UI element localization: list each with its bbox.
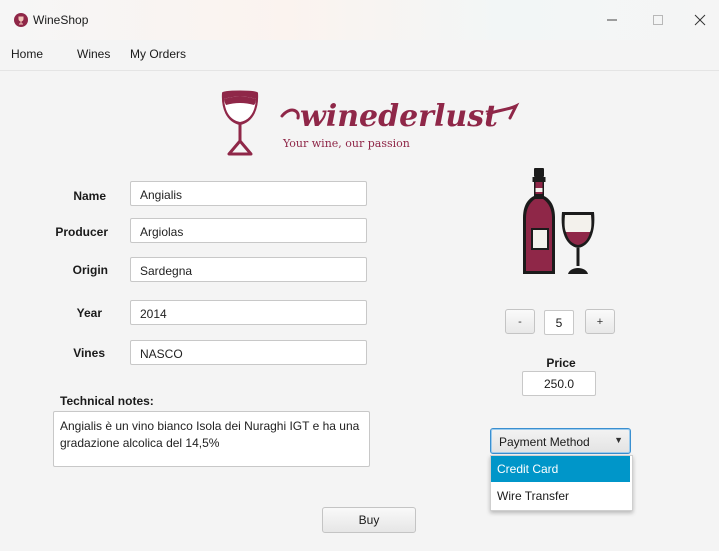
menu-home[interactable]: Home (11, 47, 43, 61)
technical-notes-label: Technical notes: (60, 394, 154, 408)
payment-method-select[interactable]: Payment Method ▼ (490, 428, 631, 454)
price-field: 250.0 (522, 371, 596, 396)
year-label: Year (76, 306, 102, 320)
payment-option-credit-card[interactable]: Credit Card (491, 456, 630, 482)
year-field[interactable]: 2014 (130, 300, 367, 325)
wine-app-icon (14, 13, 28, 27)
name-label: Name (73, 189, 106, 203)
quantity-field[interactable]: 5 (544, 310, 574, 335)
maximize-button[interactable] (635, 0, 681, 40)
brand-logo-text: winederlust (300, 99, 498, 134)
vines-label: Vines (73, 346, 105, 360)
minimize-button[interactable] (589, 0, 635, 40)
wine-bottle-glass-icon (523, 168, 595, 274)
increment-button[interactable]: + (585, 309, 615, 334)
chevron-down-icon: ▼ (614, 435, 623, 445)
title-bar: WineShop (0, 0, 719, 40)
menu-wines[interactable]: Wines (77, 47, 110, 61)
technical-notes-textarea[interactable]: Angialis è un vino bianco Isola dei Nura… (53, 411, 370, 467)
producer-label: Producer (55, 225, 108, 239)
app-window: WineShop Home Wines My Orders winederlus… (0, 0, 719, 551)
payment-option-wire-transfer[interactable]: Wire Transfer (491, 483, 630, 509)
name-field[interactable]: Angialis (130, 181, 367, 206)
buy-button[interactable]: Buy (322, 507, 416, 533)
origin-field[interactable]: Sardegna (130, 257, 367, 282)
wine-glass-logo-icon (221, 90, 259, 156)
decrement-button[interactable]: - (505, 309, 535, 334)
payment-method-dropdown: Credit Card Wire Transfer (490, 455, 633, 511)
price-label: Price (546, 356, 576, 370)
origin-label: Origin (72, 263, 108, 277)
menu-bar: Home Wines My Orders (0, 40, 719, 71)
close-icon (694, 14, 706, 26)
minimize-icon (607, 19, 617, 21)
window-title: WineShop (33, 13, 89, 27)
vines-field[interactable]: NASCO (130, 340, 367, 365)
brand-tagline: Your wine, our passion (283, 137, 410, 150)
payment-method-value: Payment Method (499, 435, 590, 449)
maximize-icon (653, 15, 663, 25)
close-button[interactable] (681, 0, 719, 40)
producer-field[interactable]: Argiolas (130, 218, 367, 243)
menu-my-orders[interactable]: My Orders (130, 47, 186, 61)
